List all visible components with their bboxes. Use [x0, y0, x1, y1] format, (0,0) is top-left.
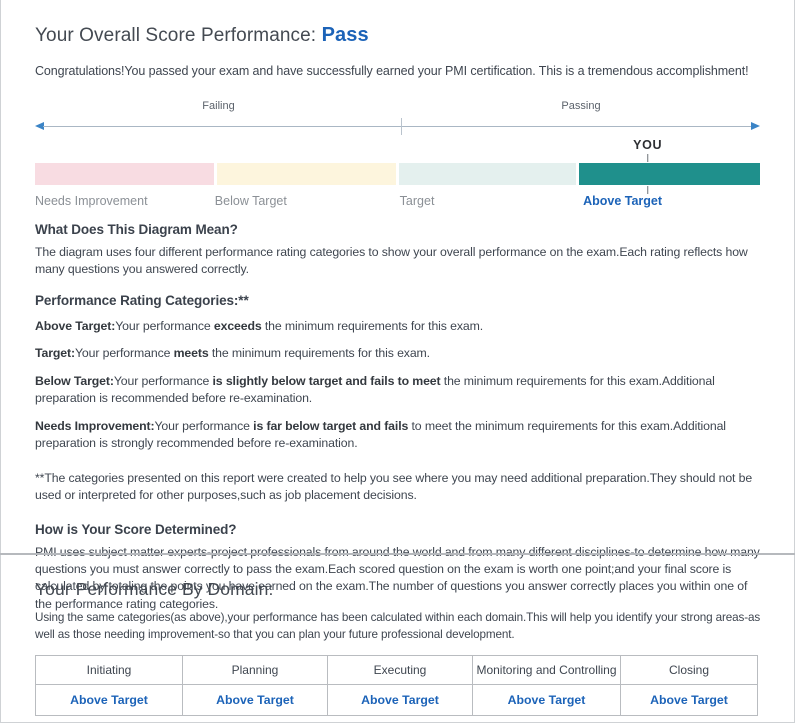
table-header-row: Initiating Planning Executing Monitoring an…	[35, 654, 758, 685]
performance-bar	[35, 163, 760, 185]
table-header-cell: Planning	[182, 654, 328, 685]
you-marker-tick-top	[646, 154, 649, 162]
categories-footnote: **The categories presented on this repor…	[35, 470, 753, 503]
scale-label-passing: Passing	[561, 100, 601, 112]
rating-definition: Needs Improvement:Your performance is fa…	[35, 418, 726, 451]
arrow-right-icon	[751, 122, 760, 130]
rating-definition: Below Target:Your performance is slightl…	[35, 373, 715, 406]
table-header-cell: Initiating	[35, 654, 183, 685]
you-marker-label: YOU	[633, 138, 663, 152]
rating-categories-heading: Performance Rating Categories:**	[35, 292, 249, 308]
table-value-cell: Above Target	[327, 683, 473, 716]
domain-section-intro: Using the same categories(as above),your…	[35, 611, 761, 641]
table-header-cell: Closing	[620, 654, 758, 685]
domain-performance-section: Your Performance By Domain: Using the sa…	[0, 555, 795, 723]
scale-axis	[35, 118, 760, 135]
category-label-above-target: Above Target	[583, 194, 663, 208]
score-report-page: Your Overall Score Performance: Pass Con…	[0, 0, 795, 723]
table-value-cell: Above Target	[620, 683, 758, 716]
rating-definition: Above Target:Your performance exceeds th…	[35, 318, 483, 333]
overall-score-section: Your Overall Score Performance: Pass Con…	[0, 0, 795, 611]
category-label-target: Target	[399, 194, 435, 208]
domain-results-table: Initiating Planning Executing Monitoring an…	[35, 654, 758, 716]
score-determined-heading: How is Your Score Determined?	[35, 521, 237, 537]
bar-segment-target	[399, 163, 576, 185]
table-value-cell: Above Target	[472, 683, 621, 716]
category-label-below-target: Below Target	[214, 194, 287, 208]
axis-line	[43, 126, 752, 127]
performance-scale-diagram: Failing Passing YOU Needs Improvement Bel…	[35, 100, 760, 208]
scale-label-failing: Failing	[202, 100, 235, 112]
page-title: Your Overall Score Performance: Pass	[35, 24, 765, 47]
overall-verdict: Pass	[321, 24, 369, 46]
page-title-prefix: Your Overall Score Performance:	[35, 25, 322, 46]
diagram-heading: What Does This Diagram Mean?	[35, 222, 238, 237]
category-label-needs-improvement: Needs Improvement	[35, 194, 148, 208]
rating-definitions-list: Above Target:Your performance exceeds th…	[35, 318, 765, 453]
diagram-intro: The diagram uses four different performa…	[35, 245, 748, 277]
congratulations-text: Congratulations!You passed your exam and…	[35, 64, 749, 78]
rating-definition: Target:Your performance meets the minimu…	[35, 346, 430, 361]
table-header-cell: Executing	[327, 654, 473, 685]
bar-segment-needs-improvement	[35, 163, 214, 185]
domain-section-title: Your Performance By Domain:	[35, 579, 274, 599]
axis-midpoint-tick	[401, 118, 402, 135]
table-value-cell: Above Target	[35, 683, 183, 716]
table-row: Above Target Above Target Above Target Abov…	[35, 683, 758, 716]
bar-segment-below-target	[217, 163, 396, 185]
bar-segment-above-target	[578, 163, 760, 185]
table-value-cell: Above Target	[182, 683, 328, 716]
table-header-cell: Monitoring and Controlling	[472, 654, 621, 685]
